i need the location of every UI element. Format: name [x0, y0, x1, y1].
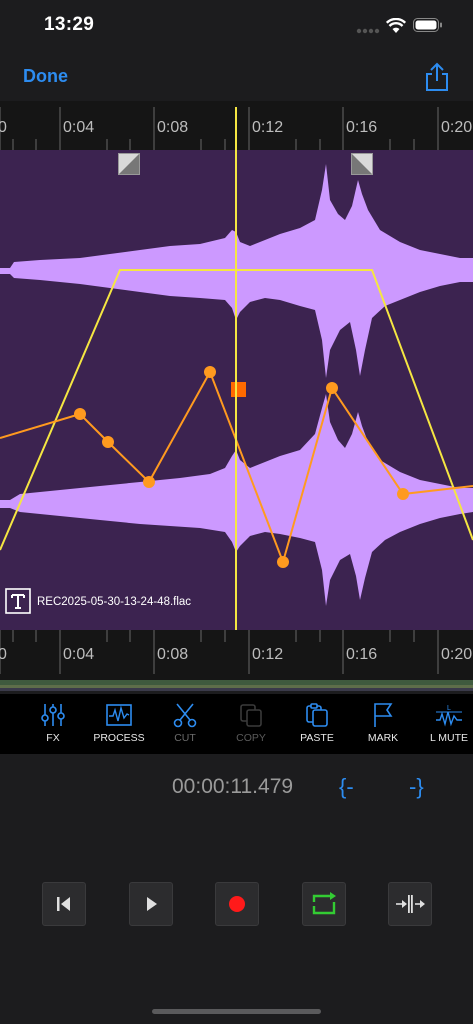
ruler-label: 0:04	[63, 646, 95, 663]
wifi-icon	[386, 18, 406, 33]
set-end-button[interactable]: -}	[409, 774, 424, 800]
svg-text:L: L	[447, 705, 451, 712]
overview-scrollbar[interactable]	[0, 680, 473, 694]
text-label-icon[interactable]	[4, 587, 32, 615]
process-label: PROCESS	[93, 732, 145, 744]
ruler-label: 0:16	[346, 646, 378, 663]
waveform-process-icon	[106, 704, 132, 726]
skip-back-icon	[57, 897, 70, 911]
copy-button[interactable]: COPY	[218, 694, 284, 754]
cut-label: CUT	[174, 732, 196, 744]
skip-to-start-button[interactable]	[42, 882, 86, 926]
fx-button[interactable]: FX	[20, 694, 86, 754]
status-time: 13:29	[44, 14, 95, 35]
cellular-signal-icon	[356, 28, 380, 34]
copy-label: COPY	[236, 732, 266, 744]
record-button[interactable]	[215, 882, 259, 926]
ruler-label: 0	[0, 119, 7, 136]
split-button[interactable]	[388, 882, 432, 926]
edit-toolbar: FX PROCESS CUT COPY PASTE MARK L L MUTE	[0, 694, 473, 754]
nav-bar: Done	[0, 56, 473, 100]
ruler-label: 0:08	[157, 119, 189, 136]
ruler-label: 0:12	[252, 119, 284, 136]
mark-label: MARK	[367, 732, 399, 744]
ruler-label: 0:08	[157, 646, 189, 663]
ruler-label: 0:12	[252, 646, 284, 663]
paste-label: PASTE	[300, 732, 334, 744]
battery-icon	[413, 18, 442, 32]
loop-button[interactable]	[302, 882, 346, 926]
ruler-label: 0:04	[63, 119, 95, 136]
ruler-label: 0	[0, 646, 7, 663]
sliders-icon	[41, 704, 65, 726]
ruler-label: 0:20	[441, 119, 473, 136]
split-icon	[396, 895, 425, 913]
copy-icon	[240, 704, 262, 727]
ruler-label: 0:16	[346, 119, 378, 136]
process-button[interactable]: PROCESS	[86, 694, 152, 754]
play-icon	[147, 897, 157, 911]
playhead[interactable]	[235, 107, 237, 677]
filename-label: REC2025-05-30-13-24-48.flac	[37, 596, 192, 608]
timecode-display: 00:00:11.479	[172, 775, 294, 798]
done-button[interactable]: Done	[23, 66, 68, 87]
paste-button[interactable]: PASTE	[284, 694, 350, 754]
loop-icon	[312, 892, 336, 915]
status-bar: 13:29	[0, 0, 473, 56]
fade-out-handle-icon[interactable]	[351, 153, 373, 175]
mute-channel-icon: L	[436, 705, 462, 727]
fade-in-handle-icon[interactable]	[118, 153, 140, 175]
share-icon[interactable]	[424, 62, 450, 92]
paste-icon	[306, 703, 328, 727]
record-icon	[229, 896, 245, 912]
play-button[interactable]	[129, 882, 173, 926]
mark-button[interactable]: MARK	[350, 694, 416, 754]
scissors-icon	[173, 703, 197, 728]
ruler-label: 0:20	[441, 646, 473, 663]
flag-icon	[374, 703, 393, 727]
cut-button[interactable]: CUT	[152, 694, 218, 754]
l-mute-button[interactable]: L L MUTE	[416, 694, 473, 754]
fx-label: FX	[46, 732, 60, 744]
set-start-button[interactable]: {-	[339, 774, 354, 800]
timeline-ruler-bottom[interactable]: 0 0:04 0:08 0:12 0:16 0:20	[0, 630, 473, 680]
l-mute-label: L MUTE	[429, 732, 469, 744]
pan-envelope-selected-point	[231, 382, 246, 397]
home-indicator[interactable]	[152, 1009, 321, 1014]
